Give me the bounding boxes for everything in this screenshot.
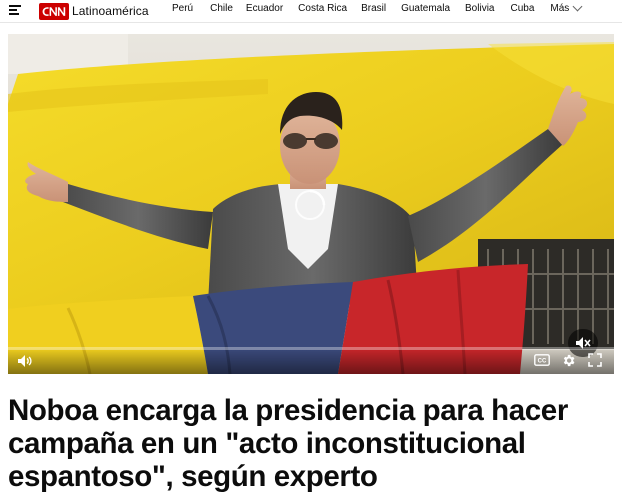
closed-captions-button[interactable]: CC (532, 352, 552, 368)
cnn-logo[interactable]: Latinoamérica (39, 2, 149, 20)
volume-button[interactable] (14, 352, 36, 370)
video-player[interactable]: CC (8, 34, 614, 374)
svg-text:CC: CC (538, 359, 547, 365)
nav-item-brasil[interactable]: Brasil (361, 3, 386, 14)
edition-label: Latinoamérica (72, 4, 149, 18)
fullscreen-button[interactable] (586, 352, 604, 368)
nav-item-ecuador[interactable]: Ecuador (246, 3, 283, 14)
nav-item-peru[interactable]: Perú (172, 3, 193, 14)
nav-item-guatemala[interactable]: Guatemala (401, 3, 450, 14)
cnn-logo-mark (39, 2, 69, 20)
menu-hamburger-icon[interactable] (9, 5, 21, 15)
video-progress-bar[interactable] (8, 347, 614, 350)
nav-more-label: Más (550, 3, 570, 14)
settings-gear-icon (563, 354, 574, 366)
nav-item-bolivia[interactable]: Bolivia (465, 3, 494, 14)
site-header: Latinoamérica Perú Chile Ecuador Costa R… (0, 0, 622, 23)
volume-icon (18, 355, 32, 367)
video-controls (8, 348, 614, 374)
edition-nav: Perú Chile Ecuador Costa Rica Brasil Gua… (172, 1, 583, 14)
nav-item-chile[interactable]: Chile (210, 3, 233, 14)
closed-captions-icon: CC (534, 354, 550, 366)
fullscreen-icon (588, 353, 602, 367)
article-headline[interactable]: Noboa encarga la presidencia para hacer … (8, 394, 614, 493)
nav-item-costa-rica[interactable]: Costa Rica (298, 3, 347, 14)
nav-item-cuba[interactable]: Cuba (510, 3, 534, 14)
settings-button[interactable] (558, 351, 578, 369)
nav-more-button[interactable]: Más (550, 1, 583, 14)
loading-spinner-icon (294, 189, 326, 221)
chevron-down-icon (572, 1, 583, 12)
